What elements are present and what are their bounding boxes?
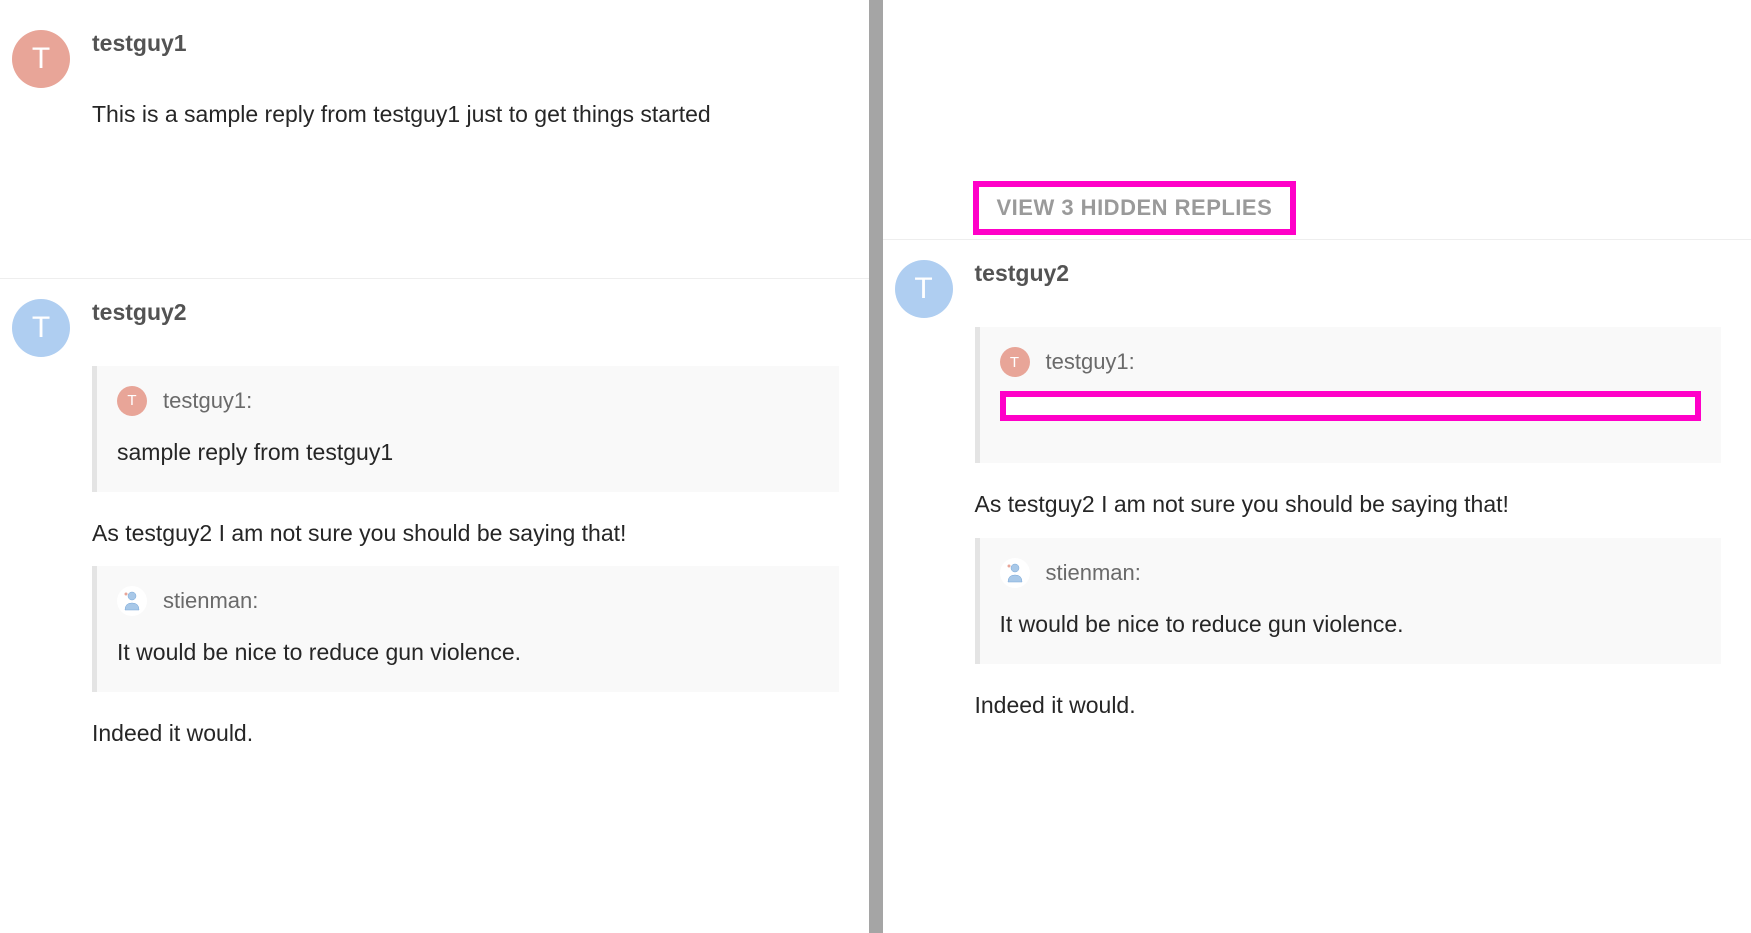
post-content: testguy2 T testguy1: sample reply from t…: [92, 299, 859, 767]
quote-block: T testguy1: sample reply from testguy1: [92, 366, 839, 492]
username[interactable]: testguy2: [975, 260, 1722, 287]
quote-header: stienman:: [1000, 558, 1702, 588]
avatar[interactable]: T: [12, 30, 70, 88]
quote-avatar-icon[interactable]: [117, 586, 147, 616]
avatar[interactable]: T: [12, 299, 70, 357]
quote-block: stienman: It would be nice to reduce gun…: [92, 566, 839, 692]
quote-avatar-icon[interactable]: [1000, 558, 1030, 588]
quote-username[interactable]: stienman:: [1046, 560, 1141, 586]
left-panel: T testguy1 This is a sample reply from t…: [0, 0, 869, 933]
post-body: As testguy2 I am not sure you should be …: [92, 516, 839, 551]
post-body: Indeed it would.: [975, 688, 1722, 723]
quote-text: It would be nice to reduce gun violence.: [1000, 608, 1702, 640]
user-icon: [119, 588, 145, 614]
post-body: This is a sample reply from testguy1 jus…: [92, 97, 839, 132]
quote-username[interactable]: stienman:: [163, 588, 258, 614]
quote-header: T testguy1:: [117, 386, 819, 416]
quote-header: stienman:: [117, 586, 819, 616]
avatar[interactable]: T: [895, 260, 953, 318]
username[interactable]: testguy2: [92, 299, 839, 326]
quote-block: stienman: It would be nice to reduce gun…: [975, 538, 1722, 664]
quote-username[interactable]: testguy1:: [163, 388, 252, 414]
post: T testguy2 T testguy1: As testguy2 I am …: [883, 240, 1751, 768]
user-icon: [1002, 560, 1028, 586]
highlighted-quote-text-area: [1000, 391, 1702, 421]
post-body: Indeed it would.: [92, 716, 839, 751]
quote-text: It would be nice to reduce gun violence.: [117, 636, 819, 668]
username[interactable]: testguy1: [92, 30, 839, 57]
post-content: testguy2 T testguy1: As testguy2 I am no…: [975, 260, 1742, 738]
quote-avatar[interactable]: T: [1000, 347, 1030, 377]
right-panel: VIEW 3 HIDDEN REPLIES T testguy2 T testg…: [883, 0, 1751, 933]
quote-text: sample reply from testguy1: [117, 436, 819, 468]
post-content: testguy1 This is a sample reply from tes…: [92, 30, 859, 148]
quote-header: T testguy1:: [1000, 347, 1702, 377]
collapsed-area: VIEW 3 HIDDEN REPLIES: [883, 10, 1751, 240]
panel-divider: [869, 0, 883, 933]
post: T testguy2 T testguy1: sample reply from…: [0, 279, 869, 797]
post: T testguy1 This is a sample reply from t…: [0, 10, 869, 279]
view-hidden-replies-button[interactable]: VIEW 3 HIDDEN REPLIES: [973, 181, 1297, 235]
quote-username[interactable]: testguy1:: [1046, 349, 1135, 375]
quote-avatar[interactable]: T: [117, 386, 147, 416]
quote-block: T testguy1:: [975, 327, 1722, 463]
post-body: As testguy2 I am not sure you should be …: [975, 487, 1722, 522]
